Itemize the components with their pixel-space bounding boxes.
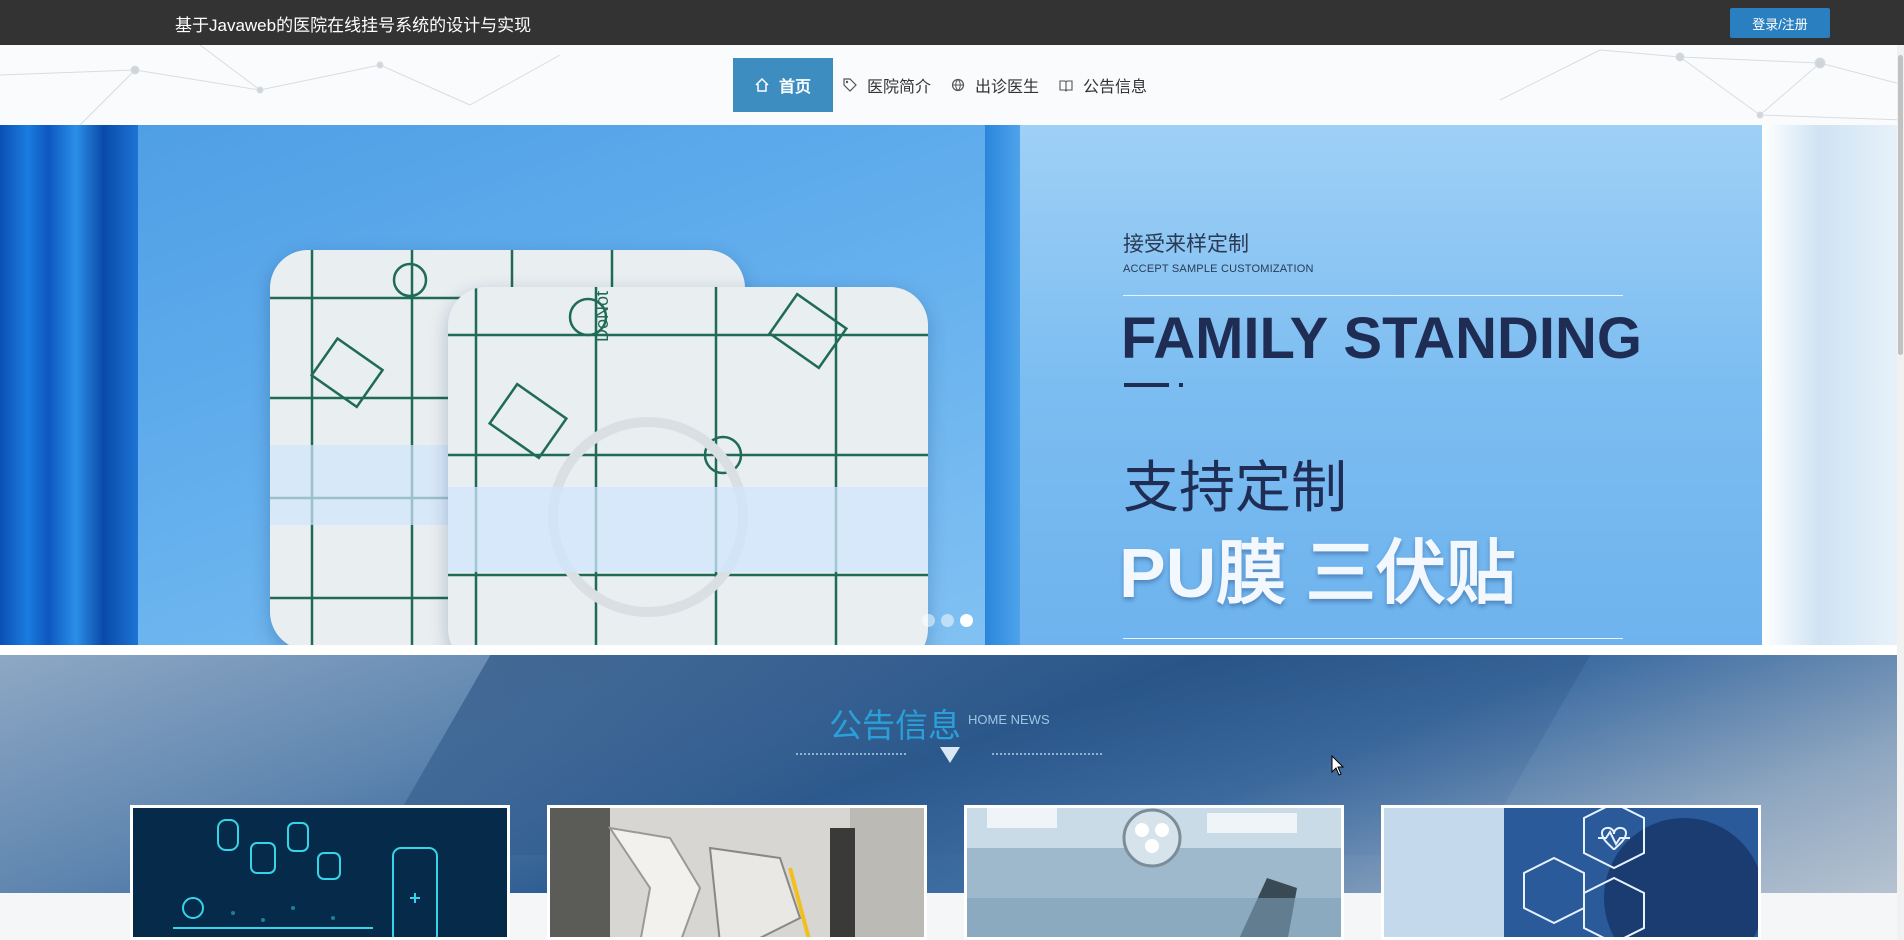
news-card[interactable] (1381, 805, 1761, 940)
banner-accept-en-text: ACCEPT SAMPLE CUSTOMIZATION (1123, 263, 1314, 275)
main-nav: 首页 医院简介 出诊医生 公告信息 (733, 58, 1157, 112)
nav-item-label: 医院简介 (867, 79, 932, 96)
news-section-title: 公告信息 (829, 707, 961, 744)
news-card[interactable] (547, 805, 927, 940)
divider (1123, 638, 1623, 639)
login-register-button[interactable]: 登录/注册 (1730, 8, 1830, 38)
news-card[interactable] (964, 805, 1344, 940)
banner-support-text: 支持定制 (1123, 456, 1347, 519)
book-icon (1059, 78, 1073, 92)
banner-decoration (985, 125, 1020, 645)
tag-icon (843, 78, 857, 92)
patch-label: DoNot Reuse (592, 287, 612, 342)
nav-bar: 首页 医院简介 出诊医生 公告信息 (0, 45, 1904, 125)
banner-carousel[interactable]: DoNot Reuse 接受来样定制 ACCEPT SAMPLE CUSTOMI… (0, 125, 1904, 645)
carousel-dot-active[interactable] (960, 614, 973, 627)
scrollbar[interactable] (1897, 45, 1904, 940)
health-heart-icons-image (1384, 808, 1758, 937)
site-title: 基于Javaweb的医院在线挂号系统的设计与实现 (175, 16, 532, 35)
nav-item-hospital-intro[interactable]: 医院简介 (833, 58, 941, 112)
divider (1123, 295, 1623, 296)
divider (796, 753, 906, 755)
carousel-dot[interactable] (941, 614, 954, 627)
news-section-subtitle: HOME NEWS (968, 712, 1050, 727)
nav-item-home[interactable]: 首页 (733, 58, 833, 112)
news-section: 公告信息 HOME NEWS (0, 655, 1904, 940)
banner-product-text: PU膜 三伏贴 (1119, 534, 1516, 612)
nav-item-label: 首页 (778, 79, 811, 96)
nav-item-announcements[interactable]: 公告信息 (1049, 58, 1157, 112)
carousel-indicators (922, 614, 973, 627)
divider (1124, 383, 1169, 387)
nav-item-label: 出诊医生 (975, 79, 1040, 96)
news-card[interactable] (130, 805, 510, 940)
mouse-cursor-icon (1331, 755, 1345, 776)
nav-item-doctors[interactable]: 出诊医生 (941, 58, 1049, 112)
nav-item-label: 公告信息 (1083, 79, 1148, 96)
banner-accept-text: 接受来样定制 (1123, 233, 1249, 256)
operating-room-image (967, 808, 1341, 937)
divider (1179, 383, 1183, 387)
scrollbar-thumb[interactable] (1898, 55, 1903, 355)
chevron-down-icon (940, 747, 960, 763)
surgical-robot-image (550, 808, 924, 937)
banner-decoration (1762, 125, 1904, 645)
banner-headline: FAMILY STANDING (1121, 306, 1642, 371)
home-icon (755, 77, 769, 92)
banner-decoration (0, 125, 138, 645)
pu-film-patch-image: DoNot Reuse (448, 287, 928, 645)
globe-icon (951, 78, 965, 92)
carousel-dot[interactable] (922, 614, 935, 627)
medical-tech-icons-image (133, 808, 507, 937)
top-bar: 基于Javaweb的医院在线挂号系统的设计与实现 登录/注册 (0, 0, 1904, 45)
divider (992, 753, 1102, 755)
